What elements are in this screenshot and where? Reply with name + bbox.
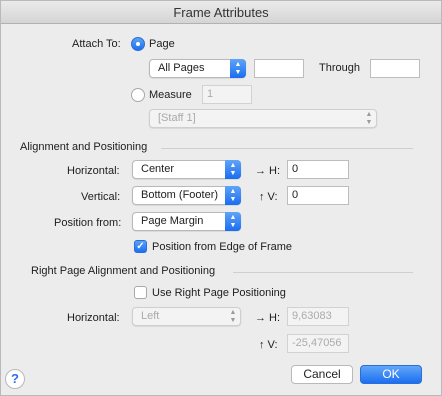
up-down-chevron-icon: ▲ ▼ [225,212,241,231]
right-page-section-title: Right Page Alignment and Positioning [31,265,216,277]
attach-to-label: Attach To: [72,38,121,50]
position-from-label: Position from: [54,217,122,229]
pages-from-field[interactable] [254,59,304,78]
edge-of-frame-label[interactable]: Position from Edge of Frame [152,241,292,253]
up-down-chevron-icon: ▲ ▼ [230,59,246,78]
right-page-checkbox-label[interactable]: Use Right Page Positioning [152,287,286,299]
right-h-offset-field[interactable]: 9,63083 [287,307,349,326]
staff-popup-value: [Staff 1] [158,112,196,124]
staff-popup[interactable]: [Staff 1] ▲ ▼ [149,109,377,128]
right-page-checkbox[interactable] [134,286,147,299]
help-button[interactable]: ? [5,369,25,389]
pages-popup-value: All Pages [158,62,205,74]
through-label: Through [319,62,360,74]
position-from-popup[interactable]: Page Margin ▲ ▼ [132,212,241,231]
measure-radio-label[interactable]: Measure [149,89,192,101]
pages-popup[interactable]: All Pages ▲ ▼ [149,59,246,78]
v-offset-field[interactable]: 0 [287,186,349,205]
right-horizontal-popup-value: Left [141,310,160,322]
right-v-offset-label: ↑ V: [259,339,278,351]
horizontal-popup-value: Center [141,163,175,175]
right-horizontal-label: Horizontal: [67,312,120,324]
up-down-chevron-icon: ▲ ▼ [365,111,373,126]
section-divider [161,148,413,149]
v-offset-label: ↑ V: [259,191,278,203]
right-horizontal-popup[interactable]: Left ▲ ▼ [132,307,241,326]
ok-button[interactable]: OK [360,365,422,384]
horizontal-popup[interactable]: Center ▲ ▼ [132,160,241,179]
position-from-popup-value: Page Margin [141,215,204,227]
cancel-button[interactable]: Cancel [291,365,353,384]
alignment-section-title: Alignment and Positioning [20,141,148,153]
vertical-label: Vertical: [81,191,121,203]
measure-radio[interactable] [131,88,145,102]
right-h-offset-label: → H: [255,312,281,324]
checkmark-icon: ✓ [136,241,145,252]
page-radio-label[interactable]: Page [149,38,175,50]
vertical-popup[interactable]: Bottom (Footer) ▲ ▼ [132,186,241,205]
section-divider [233,272,413,273]
vertical-popup-value: Bottom (Footer) [141,189,219,201]
up-down-chevron-icon: ▲ ▼ [225,186,241,205]
frame-attributes-dialog: Frame Attributes Attach To: Page All Pag… [0,0,442,396]
h-offset-field[interactable]: 0 [287,160,349,179]
right-v-offset-field[interactable]: -25,47056 [287,334,349,353]
up-down-chevron-icon: ▲ ▼ [229,309,237,324]
h-offset-label: → H: [255,165,281,177]
up-down-chevron-icon: ▲ ▼ [225,160,241,179]
horizontal-label: Horizontal: [67,165,120,177]
window-title: Frame Attributes [1,1,441,24]
pages-through-field[interactable] [370,59,420,78]
measure-field[interactable]: 1 [202,85,252,104]
page-radio[interactable] [131,37,145,51]
edge-of-frame-checkbox[interactable]: ✓ [134,240,147,253]
